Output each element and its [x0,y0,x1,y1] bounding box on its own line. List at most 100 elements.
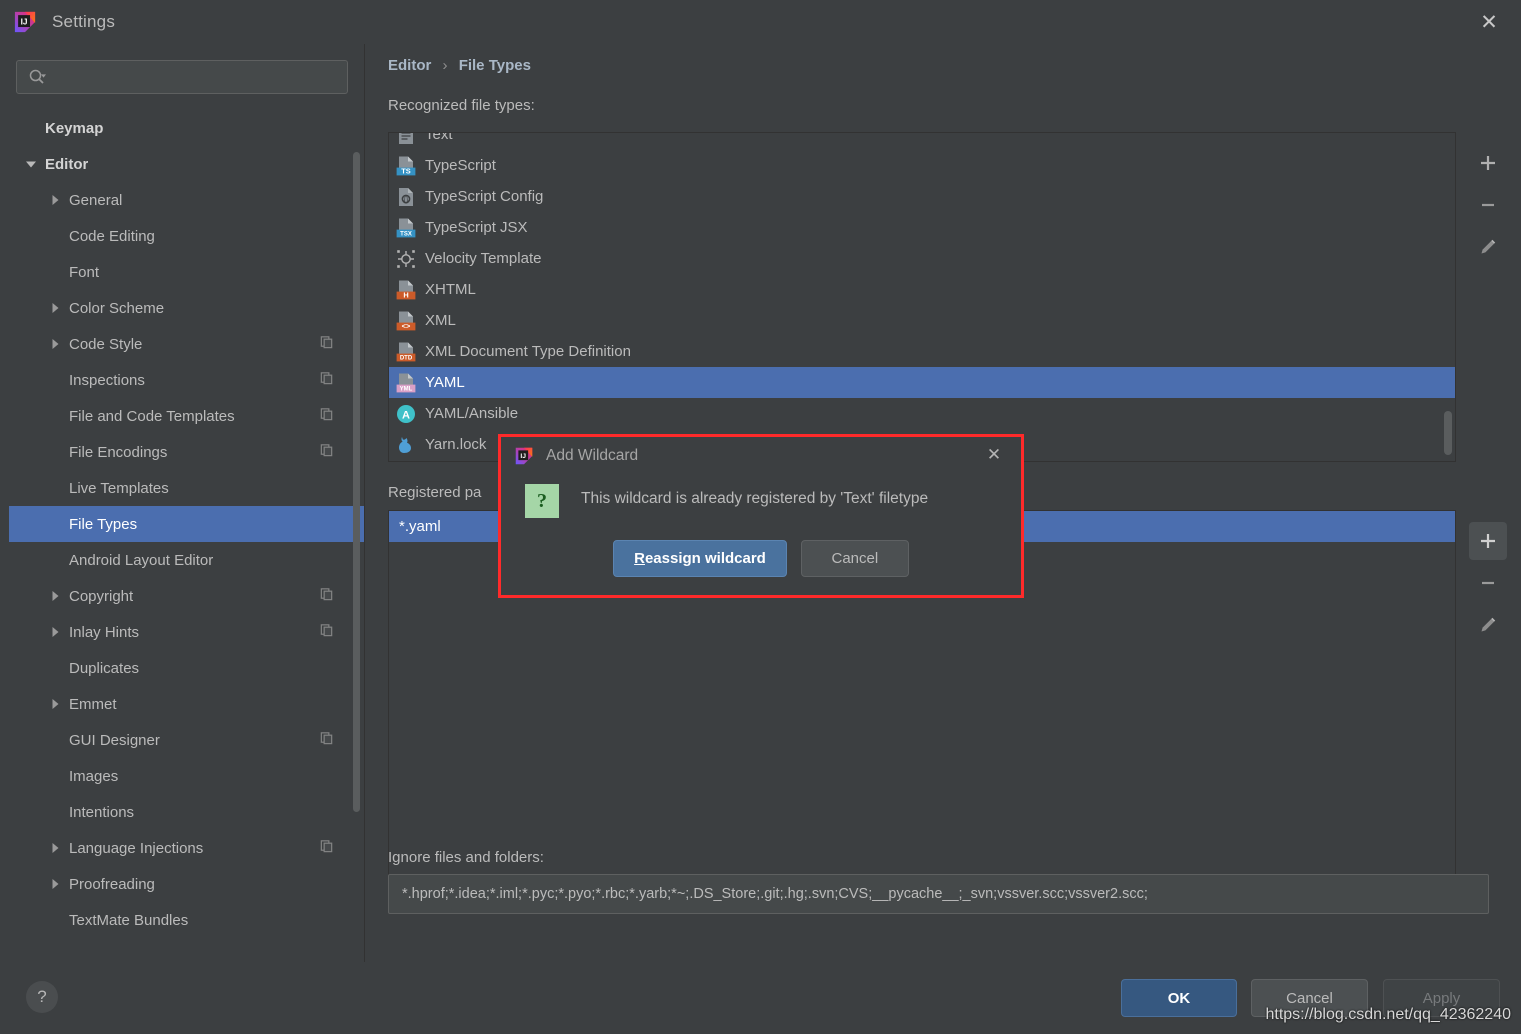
recognized-file-types-label: Recognized file types: [388,97,535,114]
sidebar-item-label: GUI Designer [69,731,160,749]
sidebar-item-proofreading[interactable]: Proofreading [9,866,364,902]
sidebar-item-general[interactable]: General [9,182,364,218]
sidebar-item-intentions[interactable]: Intentions [9,794,364,830]
sidebar-item-editor[interactable]: Editor [9,146,364,182]
chevron-right-icon[interactable] [47,192,63,208]
sidebar-item-inlay-hints[interactable]: Inlay Hints [9,614,364,650]
sidebar-item-duplicates[interactable]: Duplicates [9,650,364,686]
chevron-right-icon[interactable] [47,696,63,712]
file-type-row[interactable]: A YAML/Ansible [389,398,1455,429]
sidebar-item-code-editing[interactable]: Code Editing [9,218,364,254]
file-type-row[interactable]: TS TypeScript [389,150,1455,181]
file-type-label: Yarn.lock [425,436,487,453]
file-type-row[interactable]: <> XML [389,305,1455,336]
sidebar-item-label: Proofreading [69,875,155,893]
ignore-files-input[interactable] [402,886,1488,902]
text-file-icon [395,133,417,146]
sidebar-item-code-style[interactable]: Code Style [9,326,364,362]
remove-file-type-button[interactable] [1469,186,1507,224]
sidebar-item-label: Live Templates [69,479,169,497]
search-container [9,44,364,94]
search-input[interactable] [47,69,347,85]
sidebar-item-emmet[interactable]: Emmet [9,686,364,722]
sidebar-item-file-encodings[interactable]: File Encodings [9,434,364,470]
sidebar-item-label: Copyright [69,587,134,605]
recognized-file-types-list[interactable]: Text TS TypeScript {} TypeScript Config TSX Ty… [388,132,1456,462]
sidebar-item-todo[interactable]: TODO [9,938,364,942]
xhtml-file-icon: H [395,279,417,301]
sidebar-item-label: Inlay Hints [69,623,140,641]
intellij-idea-logo-icon: IJ [14,11,36,33]
dialog-cancel-button[interactable]: Cancel [800,540,909,577]
copy-settings-icon[interactable] [319,335,334,354]
sidebar-item-label: Images [69,767,119,785]
breadcrumb-parent[interactable]: Editor [388,57,431,74]
reassign-wildcard-button[interactable]: Reassign wildcard [613,540,787,577]
ok-button[interactable]: OK [1121,979,1237,1017]
copy-settings-icon[interactable] [319,731,334,750]
sidebar-item-inspections[interactable]: Inspections [9,362,364,398]
sidebar-item-live-templates[interactable]: Live Templates [9,470,364,506]
sidebar-scrollbar[interactable] [353,152,360,812]
file-type-label: TypeScript Config [425,188,544,205]
edit-file-type-button[interactable] [1469,228,1507,266]
help-button[interactable]: ? [26,981,58,1013]
sidebar-item-file-types[interactable]: File Types [9,506,364,542]
ignore-files-field[interactable] [388,874,1489,914]
file-type-row[interactable]: H XHTML [389,274,1455,305]
sidebar-item-label: Inspections [69,371,145,389]
sidebar-item-label: Duplicates [69,659,140,677]
sidebar-item-file-and-code-templates[interactable]: File and Code Templates [9,398,364,434]
sidebar-item-label: Intentions [69,803,135,821]
sidebar-item-images[interactable]: Images [9,758,364,794]
copy-settings-icon[interactable] [319,443,334,462]
chevron-right-icon[interactable] [47,588,63,604]
copy-settings-icon[interactable] [319,407,334,426]
file-type-row[interactable]: TSX TypeScript JSX [389,212,1455,243]
sidebar-item-label: Language Injections [69,839,204,857]
sidebar-item-gui-designer[interactable]: GUI Designer [9,722,364,758]
file-type-row[interactable]: Text [389,133,1455,150]
add-file-type-button[interactable] [1469,144,1507,182]
file-types-scrollbar[interactable] [1444,411,1452,455]
intellij-idea-logo-icon: IJ [515,447,533,465]
settings-tree: Keymap Editor General Code Editing Font Color… [9,110,364,942]
chevron-right-icon[interactable] [47,300,63,316]
question-mark-icon: ? [37,987,47,1006]
copy-settings-icon[interactable] [319,839,334,858]
chevron-right-icon[interactable] [47,876,63,892]
edit-pattern-button[interactable] [1469,606,1507,644]
file-type-label: XML Document Type Definition [425,343,631,360]
sidebar-item-android-layout-editor[interactable]: Android Layout Editor [9,542,364,578]
sidebar-item-language-injections[interactable]: Language Injections [9,830,364,866]
sidebar-item-copyright[interactable]: Copyright [9,578,364,614]
chevron-right-icon[interactable] [47,840,63,856]
chevron-down-icon[interactable] [23,156,39,172]
search-box[interactable] [16,60,348,94]
file-type-label: TypeScript JSX [425,219,528,236]
copy-settings-icon[interactable] [319,623,334,642]
file-type-row[interactable]: {} TypeScript Config [389,181,1455,212]
ansible-icon: A [395,403,417,425]
svg-text:YML: YML [400,386,413,392]
file-type-row[interactable]: YML YAML [389,367,1455,398]
sidebar-item-label: TextMate Bundles [69,911,189,929]
file-type-row[interactable]: Velocity Template [389,243,1455,274]
dialog-message: This wildcard is already registered by '… [581,490,929,507]
close-icon[interactable]: ✕ [1473,6,1505,38]
chevron-right-icon[interactable] [47,624,63,640]
sidebar-item-textmate-bundles[interactable]: TextMate Bundles [9,902,364,938]
sidebar-item-keymap[interactable]: Keymap [9,110,364,146]
file-type-row[interactable]: DTD XML Document Type Definition [389,336,1455,367]
close-icon[interactable]: ✕ [981,442,1007,468]
add-pattern-button[interactable] [1469,522,1507,560]
copy-settings-icon[interactable] [319,587,334,606]
copy-settings-icon[interactable] [319,371,334,390]
sidebar-item-font[interactable]: Font [9,254,364,290]
remove-pattern-button[interactable] [1469,564,1507,602]
sidebar-item-label: Color Scheme [69,299,165,317]
sidebar-item-color-scheme[interactable]: Color Scheme [9,290,364,326]
sidebar-item-label: File Types [69,515,138,533]
chevron-right-icon[interactable] [47,336,63,352]
file-type-label: TypeScript [425,157,496,174]
